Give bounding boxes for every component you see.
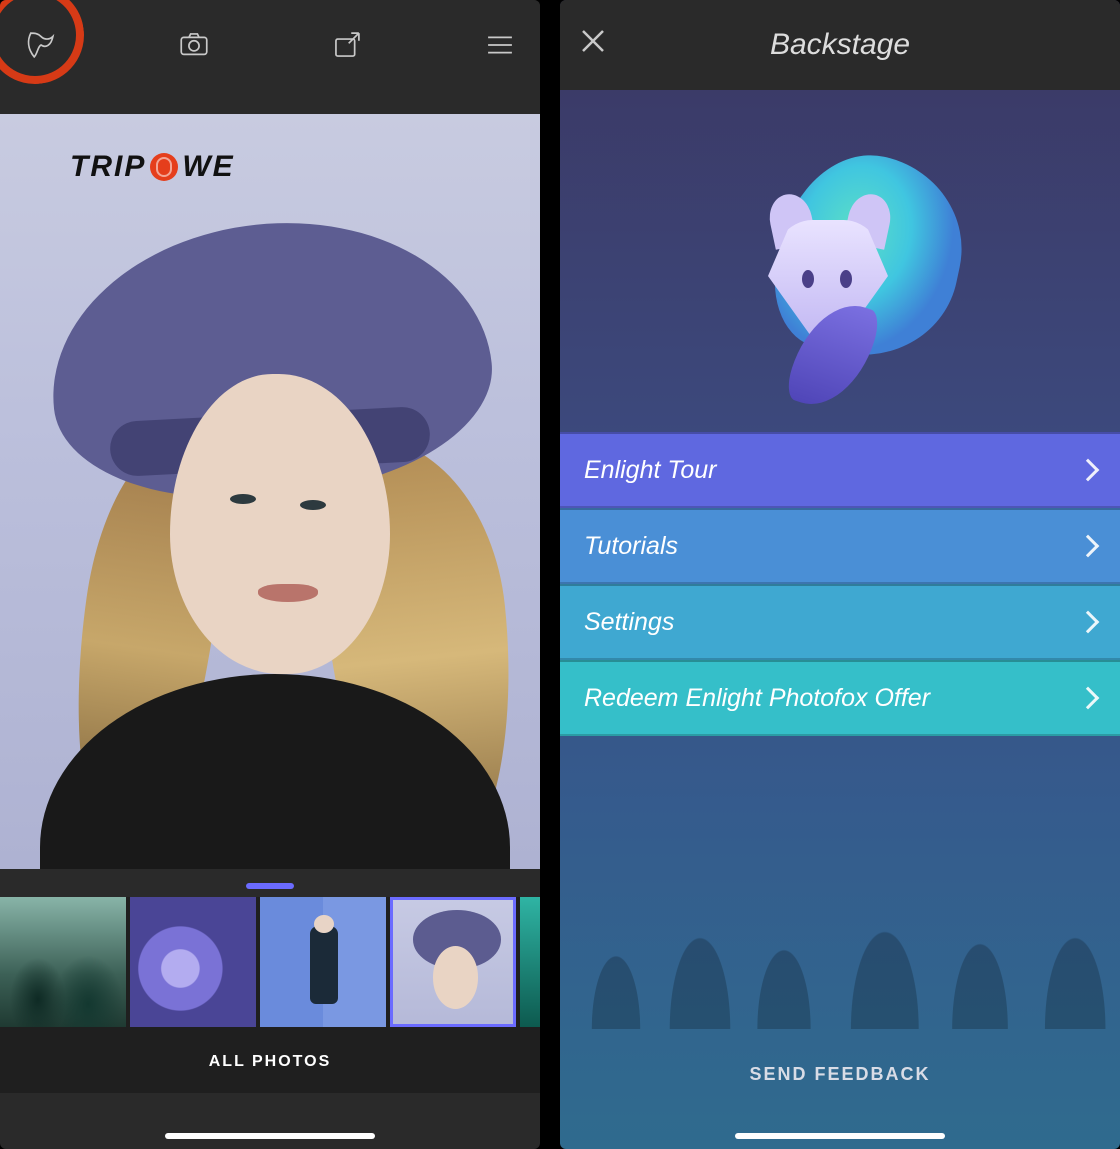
hamburger-menu-button[interactable] (477, 23, 522, 68)
app-logo-hero (560, 90, 1120, 430)
thumb-man-blue[interactable] (260, 897, 386, 1027)
backstage-header: Backstage (560, 0, 1120, 90)
chevron-right-icon (1077, 459, 1100, 482)
menu-item-label: Enlight Tour (584, 456, 717, 485)
home-indicator[interactable] (165, 1133, 375, 1139)
album-label[interactable]: ALL PHOTOS (0, 1031, 540, 1093)
home-indicator[interactable] (735, 1133, 945, 1139)
photo-filmstrip[interactable] (0, 897, 540, 1031)
camera-button[interactable] (171, 23, 216, 68)
menu-item-label: Tutorials (584, 532, 678, 561)
backstage-screen: Backstage Enlight Tour Tutorials Setting… (560, 0, 1120, 1149)
thumb-flowers[interactable] (130, 897, 256, 1027)
close-button[interactable] (578, 26, 616, 64)
chevron-right-icon (1077, 611, 1100, 634)
send-feedback-label: SEND FEEDBACK (749, 1064, 930, 1084)
thumb-pine[interactable] (520, 897, 540, 1027)
send-feedback-button[interactable]: SEND FEEDBACK (560, 1064, 1120, 1085)
backstage-title: Backstage (770, 28, 910, 62)
dual-screenshot: TRIP WE ALL (0, 0, 1120, 1149)
editor-screen: TRIP WE ALL (0, 0, 540, 1149)
menu-item-tutorials[interactable]: Tutorials (560, 508, 1120, 584)
thumb-forest[interactable] (0, 897, 126, 1027)
chevron-right-icon (1077, 687, 1100, 710)
fox-logo-icon (740, 150, 940, 370)
main-photo[interactable]: TRIP WE (0, 114, 540, 869)
menu-item-enlight-tour[interactable]: Enlight Tour (560, 432, 1120, 508)
treeline-decoration (560, 849, 1120, 1029)
album-label-text: ALL PHOTOS (209, 1053, 332, 1071)
menu-item-label: Redeem Enlight Photofox Offer (584, 684, 930, 713)
backstage-menu: Enlight Tour Tutorials Settings Redeem E… (560, 432, 1120, 736)
menu-item-redeem-offer[interactable]: Redeem Enlight Photofox Offer (560, 660, 1120, 736)
share-button[interactable] (324, 23, 369, 68)
portrait-illustration (0, 114, 540, 869)
thumb-hat-portrait[interactable] (390, 897, 516, 1027)
menu-item-settings[interactable]: Settings (560, 584, 1120, 660)
menu-item-label: Settings (584, 608, 674, 637)
drawer-handle[interactable] (246, 883, 294, 889)
chevron-right-icon (1077, 535, 1100, 558)
